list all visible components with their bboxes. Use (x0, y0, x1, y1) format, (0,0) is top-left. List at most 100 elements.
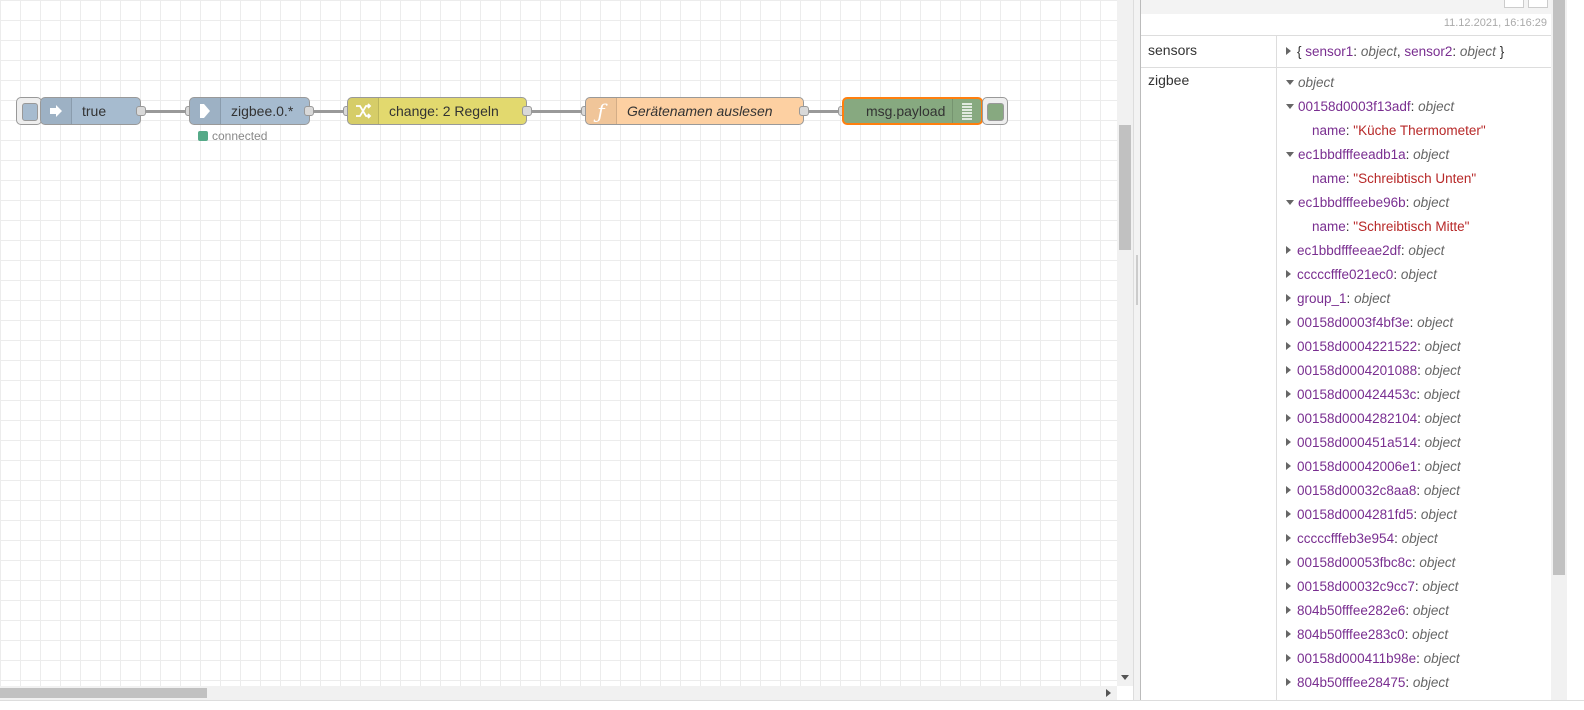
zigbee-entry[interactable]: cccccfffe021ec0: object (1286, 267, 1437, 282)
zigbee-node-status: connected (198, 129, 267, 143)
window-right-edge (1567, 0, 1584, 700)
sidebar-resize-handle[interactable] (1133, 0, 1141, 700)
scroll-corner (1117, 686, 1133, 700)
wire-function-debug[interactable] (808, 110, 840, 113)
workspace-vertical-scrollbar[interactable] (1117, 0, 1133, 686)
copy-value-button[interactable] (1528, 0, 1548, 8)
zigbee-entry[interactable]: 804b50fffee283c0: object (1286, 627, 1448, 642)
zigbee-entry[interactable]: 00158d00032c9cc7: object (1286, 579, 1458, 594)
zigbee-entry[interactable]: 00158d000424453c: object (1286, 387, 1460, 402)
inject-output-port[interactable] (136, 106, 146, 116)
change-node[interactable]: change: 2 Regeln (347, 97, 527, 125)
zigbee-entry[interactable]: 00158d000451a514: object (1286, 435, 1461, 450)
row-divider-line (1141, 35, 1551, 36)
change-output-port[interactable] (522, 106, 532, 116)
function-node-label: Gerätenamen auslesen (627, 103, 773, 119)
zigbee-entry[interactable]: 00158d00032c8aa8: object (1286, 483, 1460, 498)
expand-caret-icon[interactable] (1286, 390, 1291, 398)
expand-caret-icon[interactable] (1286, 510, 1291, 518)
sidebar-scrollbar[interactable] (1551, 0, 1567, 700)
expand-caret-icon[interactable] (1286, 582, 1291, 590)
zigbee-entry[interactable]: 804b50fffee282e6: object (1286, 603, 1449, 618)
expand-caret-icon[interactable] (1286, 270, 1291, 278)
expand-caret-icon[interactable] (1286, 47, 1291, 55)
zigbee-node[interactable]: zigbee.0.* (189, 97, 310, 125)
zigbee-entry[interactable]: 00158d0004282104: object (1286, 411, 1461, 426)
zigbee-entry[interactable]: 00158d00053fbc8c: object (1286, 555, 1455, 570)
expand-caret-icon[interactable] (1286, 606, 1291, 614)
expand-caret-icon[interactable] (1286, 630, 1291, 638)
zigbee-entry[interactable]: 804b50fffee28475: object (1286, 675, 1449, 690)
expand-caret-icon[interactable] (1286, 366, 1291, 374)
zigbee-entry[interactable]: 00158d0004201088: object (1286, 363, 1461, 378)
expand-caret-icon[interactable] (1286, 486, 1291, 494)
zigbee-node-label: zigbee.0.* (231, 103, 294, 119)
wire-inject-zigbee[interactable] (145, 110, 187, 113)
sensors-value[interactable]: { sensor1: object, sensor2: object } (1286, 44, 1504, 59)
debug-timestamp: 11.12.2021, 16:16:29 (1443, 17, 1547, 29)
column-divider (1276, 68, 1277, 700)
expand-caret-icon[interactable] (1286, 654, 1291, 662)
debug-sidebar: 11.12.2021, 16:16:29 sensors { sensor1: … (1141, 0, 1551, 700)
zigbee-root[interactable]: object (1286, 75, 1334, 90)
zigbee-entry-child: name: "Schreibtisch Mitte" (1312, 219, 1470, 234)
expand-caret-icon[interactable] (1286, 246, 1291, 254)
debug-node-label: msg.payload (866, 103, 946, 119)
shuffle-icon (348, 98, 379, 124)
workspace-vscroll-thumb[interactable] (1119, 125, 1131, 250)
scroll-right-icon[interactable] (1106, 689, 1111, 697)
zigbee-entry[interactable]: group_1: object (1286, 291, 1390, 306)
zigbee-entry[interactable]: 00158d000411b98e: object (1286, 651, 1460, 666)
flow-workspace[interactable]: true zigbee.0.* connected change: 2 Rege… (0, 0, 1117, 686)
expand-caret-icon[interactable] (1286, 414, 1291, 422)
debug-toggle-button[interactable] (982, 97, 1008, 125)
zigbee-entry[interactable]: 00158d0003f4bf3e: object (1286, 315, 1453, 330)
inject-trigger-button[interactable] (16, 97, 42, 125)
sidebar-scroll-thumb[interactable] (1553, 0, 1565, 575)
zigbee-key: zigbee (1148, 72, 1190, 88)
collapse-caret-icon[interactable] (1286, 80, 1294, 85)
list-icon (952, 99, 981, 123)
zigbee-status-text: connected (212, 129, 268, 143)
zigbee-entry[interactable]: cccccfffeb3e954: object (1286, 531, 1438, 546)
workspace-hscroll-thumb[interactable] (0, 688, 207, 698)
row-divider-line (1141, 67, 1551, 68)
zigbee-entry[interactable]: ec1bbdfffeebe96b: object (1286, 195, 1449, 210)
wire-zigbee-change[interactable] (313, 110, 345, 113)
zigbee-entry-child: name: "Schreibtisch Unten" (1312, 171, 1477, 186)
collapse-caret-icon[interactable] (1286, 200, 1294, 205)
inject-node[interactable]: true (40, 97, 141, 125)
sensors-key: sensors (1148, 42, 1198, 58)
wire-change-function[interactable] (531, 110, 583, 113)
zigbee-entry-child: name: "Küche Thermometer" (1312, 123, 1486, 138)
collapse-caret-icon[interactable] (1286, 104, 1294, 109)
expand-caret-icon[interactable] (1286, 678, 1291, 686)
zigbee-output-port[interactable] (304, 106, 314, 116)
expand-caret-icon[interactable] (1286, 318, 1291, 326)
scroll-down-icon[interactable] (1121, 675, 1129, 680)
arrow-right-icon (41, 98, 72, 124)
workspace-horizontal-scrollbar[interactable] (0, 686, 1117, 700)
zigbee-entry[interactable]: 00158d0004221522: object (1286, 339, 1461, 354)
function-node[interactable]: ƒ Gerätenamen auslesen (585, 97, 804, 125)
debug-node[interactable]: msg.payload (842, 97, 983, 125)
expand-caret-icon[interactable] (1286, 534, 1291, 542)
expand-caret-icon[interactable] (1286, 438, 1291, 446)
column-divider (1276, 36, 1277, 67)
expand-caret-icon[interactable] (1286, 558, 1291, 566)
function-output-port[interactable] (799, 106, 809, 116)
zigbee-entry[interactable]: 00158d00042006e1: object (1286, 459, 1461, 474)
zigbee-entry[interactable]: 00158d0004281fd5: object (1286, 507, 1457, 522)
expand-caret-icon[interactable] (1286, 294, 1291, 302)
zigbee-entry[interactable]: ec1bbdfffeeadb1a: object (1286, 147, 1449, 162)
zigbee-entry[interactable]: ec1bbdfffeeae2df: object (1286, 243, 1444, 258)
expand-caret-icon[interactable] (1286, 462, 1291, 470)
function-icon: ƒ (586, 98, 617, 124)
iobroker-in-icon (190, 98, 221, 124)
zigbee-entry[interactable]: 00158d0003f13adf: object (1286, 99, 1454, 114)
collapse-caret-icon[interactable] (1286, 152, 1294, 157)
grip-icon (1136, 255, 1138, 305)
copy-path-button[interactable] (1504, 0, 1524, 8)
debug-message-header (1141, 0, 1551, 14)
expand-caret-icon[interactable] (1286, 342, 1291, 350)
